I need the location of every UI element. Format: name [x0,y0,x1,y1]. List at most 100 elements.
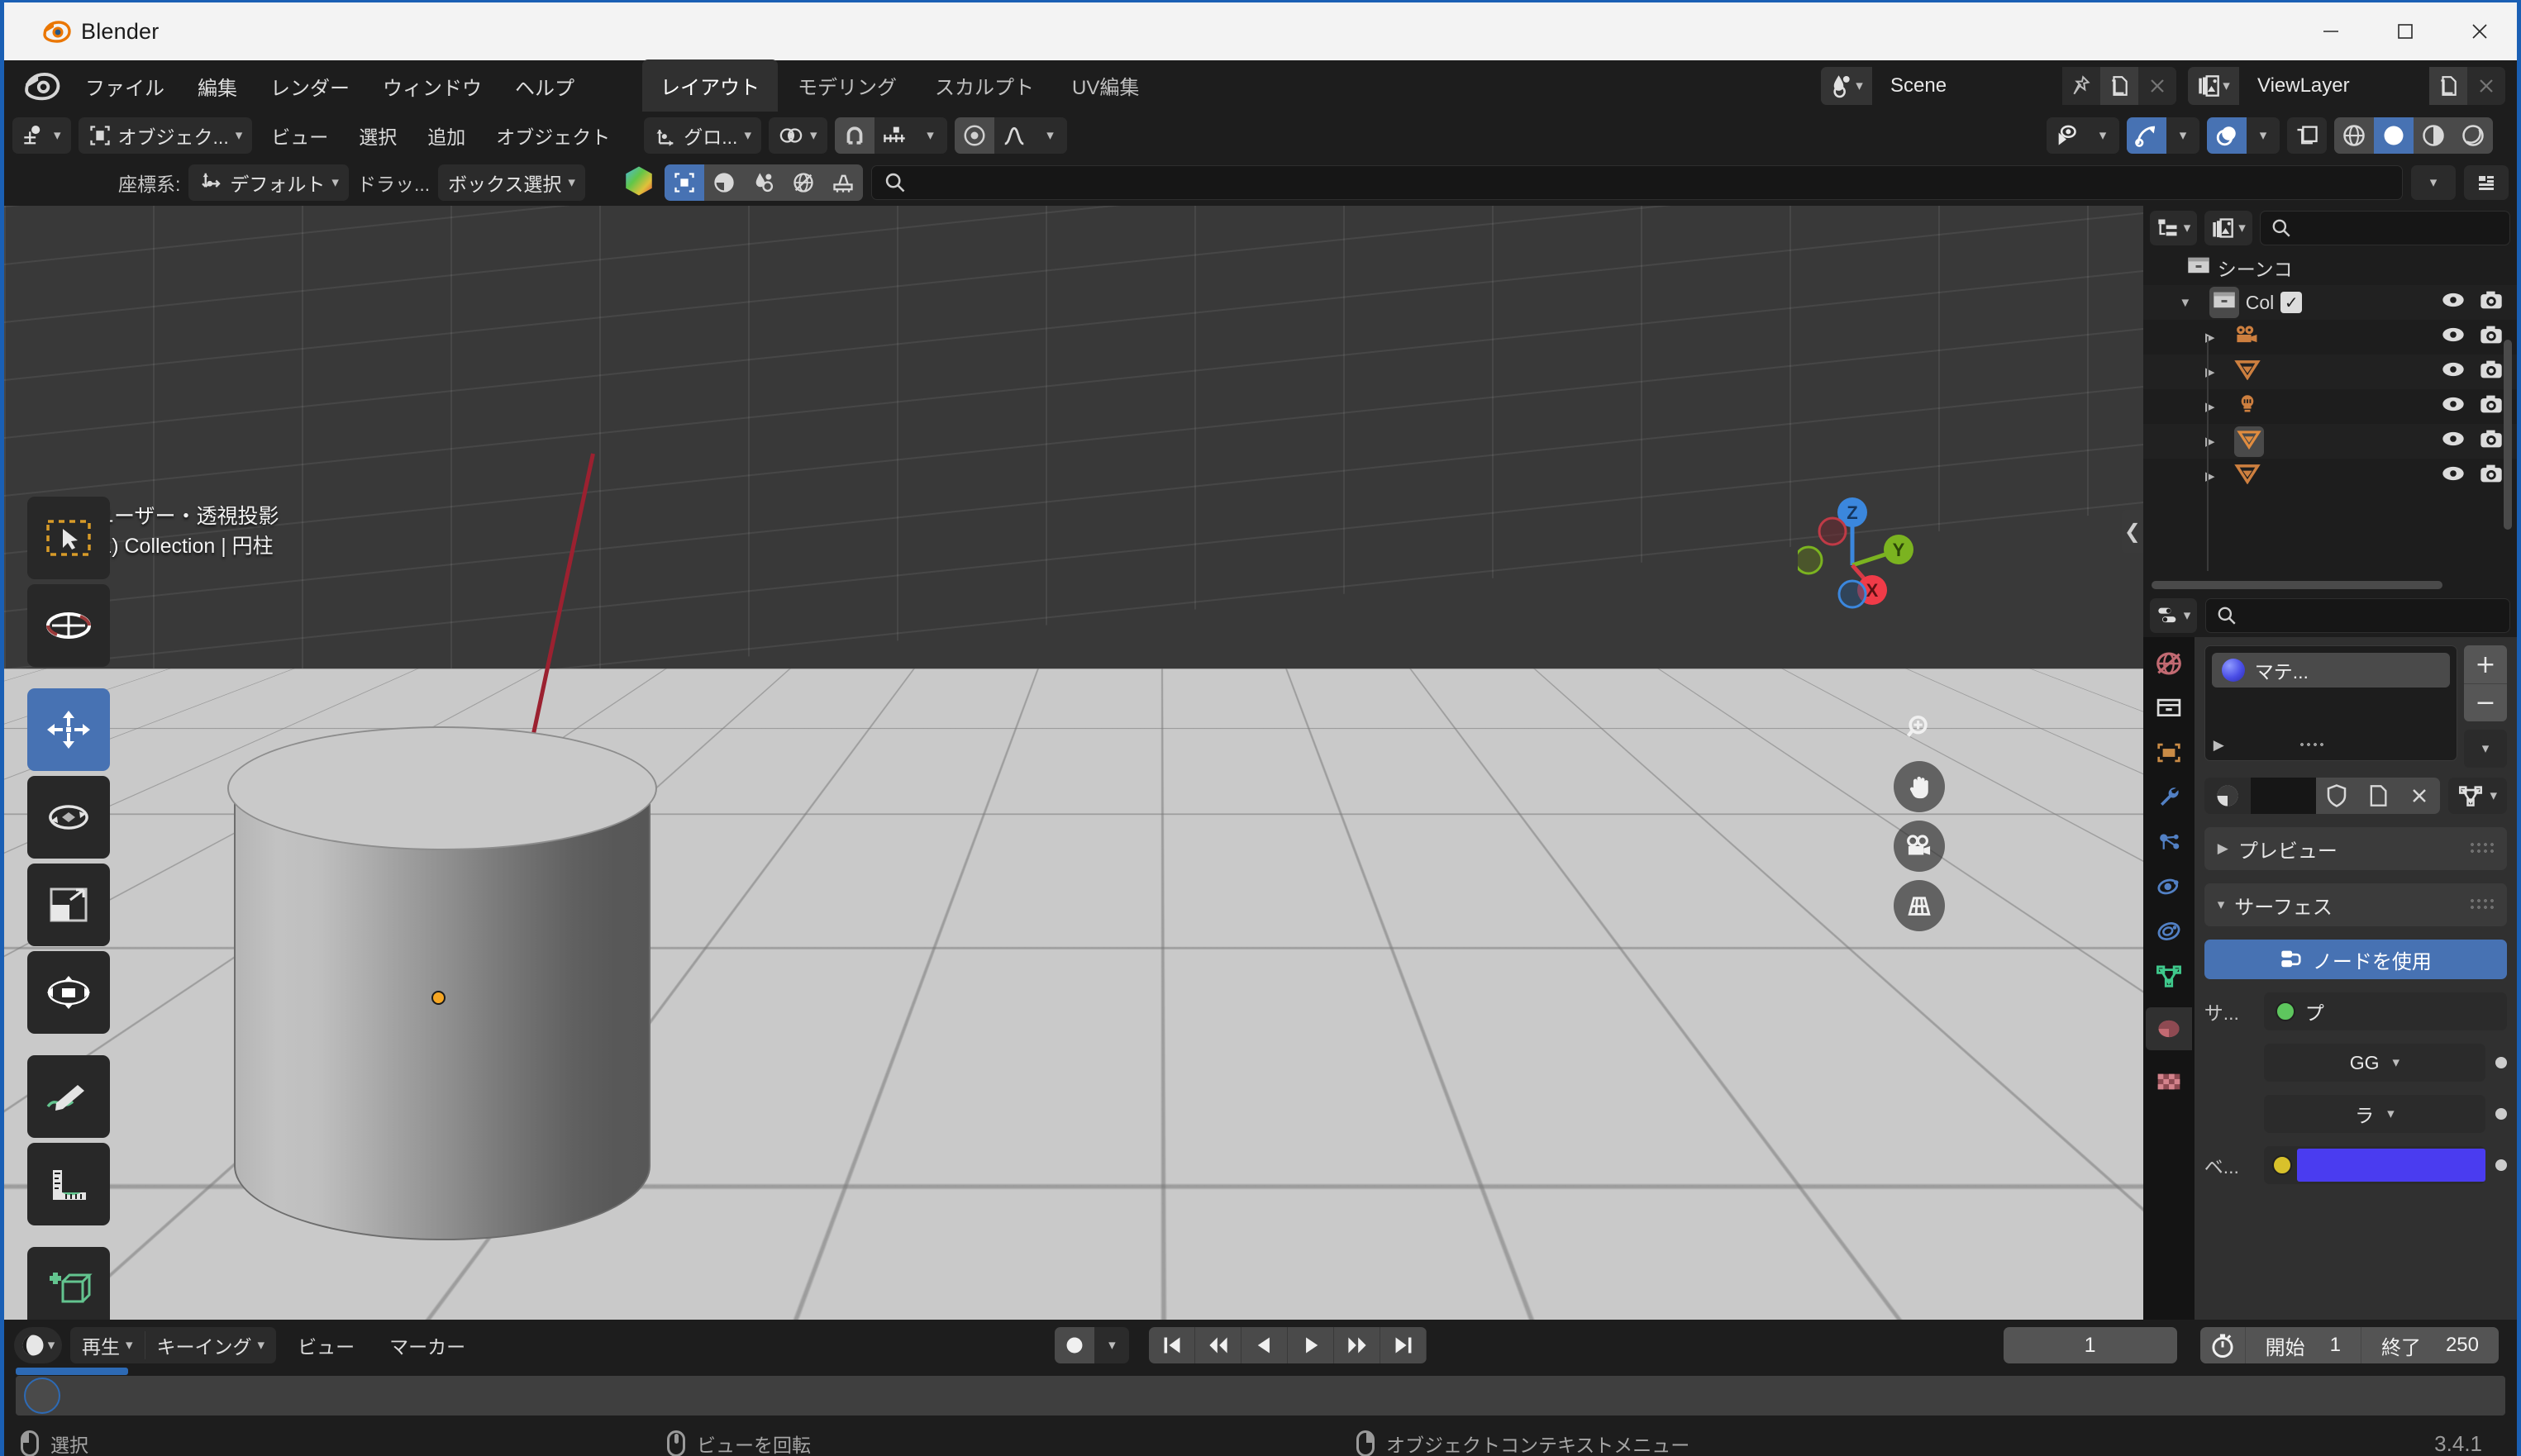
mesh-expand-icon[interactable]: ▶ [2199,469,2221,483]
snapping-chevron-icon[interactable]: ▾ [914,117,947,154]
menu-window[interactable]: ウィンドウ [366,67,498,106]
properties-tab-material[interactable] [2146,1007,2192,1050]
properties-tab-object[interactable] [2146,731,2192,774]
outliner-search-input[interactable] [2260,211,2510,245]
close-button[interactable] [2442,2,2517,60]
material-name-field[interactable] [2251,778,2317,814]
gizmo-chevron-icon[interactable]: ▾ [2166,117,2199,154]
viewlayer-name[interactable]: ViewLayer [2239,67,2429,105]
use-nodes-button[interactable]: ノードを使用 [2204,940,2507,979]
next-keyframe-button[interactable] [1334,1327,1380,1363]
jump-to-start-button[interactable] [1149,1327,1195,1363]
unlink-scene-icon[interactable] [2138,67,2176,105]
add-cube-tool[interactable] [27,1247,110,1320]
editor-type-button[interactable]: ▾ [12,117,71,154]
outliner-row-light[interactable]: ▶ [2143,389,2517,424]
tab-modeling[interactable]: モデリング [779,59,915,112]
outliner-display-mode-button[interactable]: ▾ [2204,211,2252,245]
current-frame-field[interactable]: 1 [2004,1327,2177,1363]
options-list-icon[interactable] [2464,165,2509,200]
auto-keying-record-icon[interactable] [1055,1327,1094,1363]
eye-icon[interactable] [2441,464,2466,488]
snap-increment-icon[interactable] [874,117,914,154]
material-link-dropdown[interactable]: ▾ [2448,778,2507,814]
unlink-material-icon[interactable] [2399,778,2440,814]
outliner-row-mesh-1[interactable]: ▶ [2143,354,2517,389]
new-viewlayer-icon[interactable] [2429,67,2467,105]
collection-checkbox[interactable]: ✓ [2280,292,2302,313]
drag-action-dropdown[interactable]: ボックス選択 ▾ [438,164,585,201]
eye-icon[interactable] [2441,291,2466,314]
shading-solid-icon[interactable] [2374,117,2414,154]
transform-tool[interactable] [27,951,110,1034]
material-specials-menu-icon[interactable]: ▾ [2464,730,2507,768]
viewport-menu-add[interactable]: 追加 [416,117,477,155]
tool-tab-tool-icon[interactable] [665,164,704,201]
panel-preview-grip[interactable] [2469,841,2494,856]
pin-icon[interactable] [2062,67,2100,105]
mesh-expand-icon[interactable]: ▶ [2199,364,2221,379]
snap-magnet-icon[interactable] [835,117,874,154]
properties-tab-particles[interactable] [2146,821,2192,864]
tool-tab-render-icon[interactable] [704,164,744,201]
tab-sculpting[interactable]: スカルプト [917,59,1052,112]
shading-wireframe-icon[interactable] [2334,117,2374,154]
remove-viewlayer-icon[interactable] [2467,67,2505,105]
visibility-chevron-icon[interactable]: ▾ [2086,117,2119,154]
tool-tab-texture-icon[interactable] [823,164,863,201]
material-browse-icon[interactable] [2204,778,2251,814]
outliner-tree[interactable]: シーンコ ▼ Col ✓ ▶ ▶ ▶ ▶ ▶ [2143,250,2517,594]
coordinate-system-dropdown[interactable]: デフォルト ▾ [188,164,349,201]
properties-tab-world[interactable] [2146,642,2192,685]
shading-rendered-icon[interactable] [2453,117,2493,154]
measure-tool[interactable] [27,1143,110,1225]
interaction-mode-dropdown[interactable]: オブジェク... ▾ [79,117,253,154]
distribution-socket-icon[interactable] [2495,1057,2507,1068]
properties-tab-constraints[interactable] [2146,910,2192,953]
show-gizmo-icon[interactable] [2127,117,2166,154]
properties-tab-physics[interactable] [2146,865,2192,908]
maximize-button[interactable] [2368,2,2442,60]
play-button[interactable] [1288,1327,1334,1363]
new-scene-icon[interactable] [2100,67,2138,105]
show-overlays-icon[interactable] [2207,117,2247,154]
toggle-perspective-ortho-icon[interactable] [1894,880,1945,931]
timeline-menu-playback[interactable]: 再生 ▾ [70,1331,145,1359]
subsurface-method-dropdown[interactable]: ラ ▾ [2264,1095,2485,1133]
outliner-row-camera[interactable]: ▶ [2143,320,2517,354]
eye-icon[interactable] [2441,430,2466,453]
viewlayer-icon[interactable]: ▾ [2188,67,2239,105]
jump-to-end-button[interactable] [1380,1327,1427,1363]
material-list-expand-icon[interactable]: ▶ [2214,737,2224,754]
timeline-editor-type-button[interactable]: ▾ [14,1327,62,1363]
material-list-grip[interactable] [2299,741,2323,749]
navigation-gizmo[interactable]: Z Y X [1798,487,1947,635]
base-color-swatch[interactable] [2297,1149,2485,1182]
material-slot-list[interactable]: マテ... ▶ [2204,645,2457,761]
scene-icon[interactable]: ▾ [1821,67,1872,105]
tool-search-box[interactable] [871,165,2403,200]
pivot-point-dropdown[interactable]: ▾ [769,117,827,154]
viewlayer-selector[interactable]: ▾ ViewLayer [2188,67,2505,105]
move-tool[interactable] [27,688,110,771]
camera-render-icon[interactable] [2479,429,2504,454]
properties-tab-modifier[interactable] [2146,776,2192,819]
distribution-dropdown[interactable]: GG ▾ [2264,1044,2485,1082]
viewport-menu-object[interactable]: オブジェクト [484,117,622,155]
timeline-track[interactable] [16,1376,2505,1416]
camera-render-icon[interactable] [2479,464,2504,488]
properties-search-input[interactable] [2205,598,2510,633]
select-box-tool[interactable] [27,497,110,579]
light-expand-icon[interactable]: ▶ [2199,399,2221,414]
properties-editor-type-button[interactable]: ▾ [2150,598,2198,633]
mesh-expand-icon[interactable]: ▶ [2199,434,2221,449]
cursor-tool[interactable] [27,584,110,667]
fake-user-shield-icon[interactable] [2316,778,2357,814]
eye-icon[interactable] [2441,360,2466,383]
timeline-playhead[interactable] [24,1377,60,1414]
base-color-input-socket-icon[interactable] [2495,1159,2507,1171]
3d-viewport[interactable]: ユーザー・透視投影 (1) Collection | 円柱 Z Y X ❮ [4,206,2143,1320]
proportional-chevron-icon[interactable]: ▾ [1034,117,1067,154]
rotate-tool[interactable] [27,776,110,859]
subsurface-socket-icon[interactable] [2495,1108,2507,1120]
